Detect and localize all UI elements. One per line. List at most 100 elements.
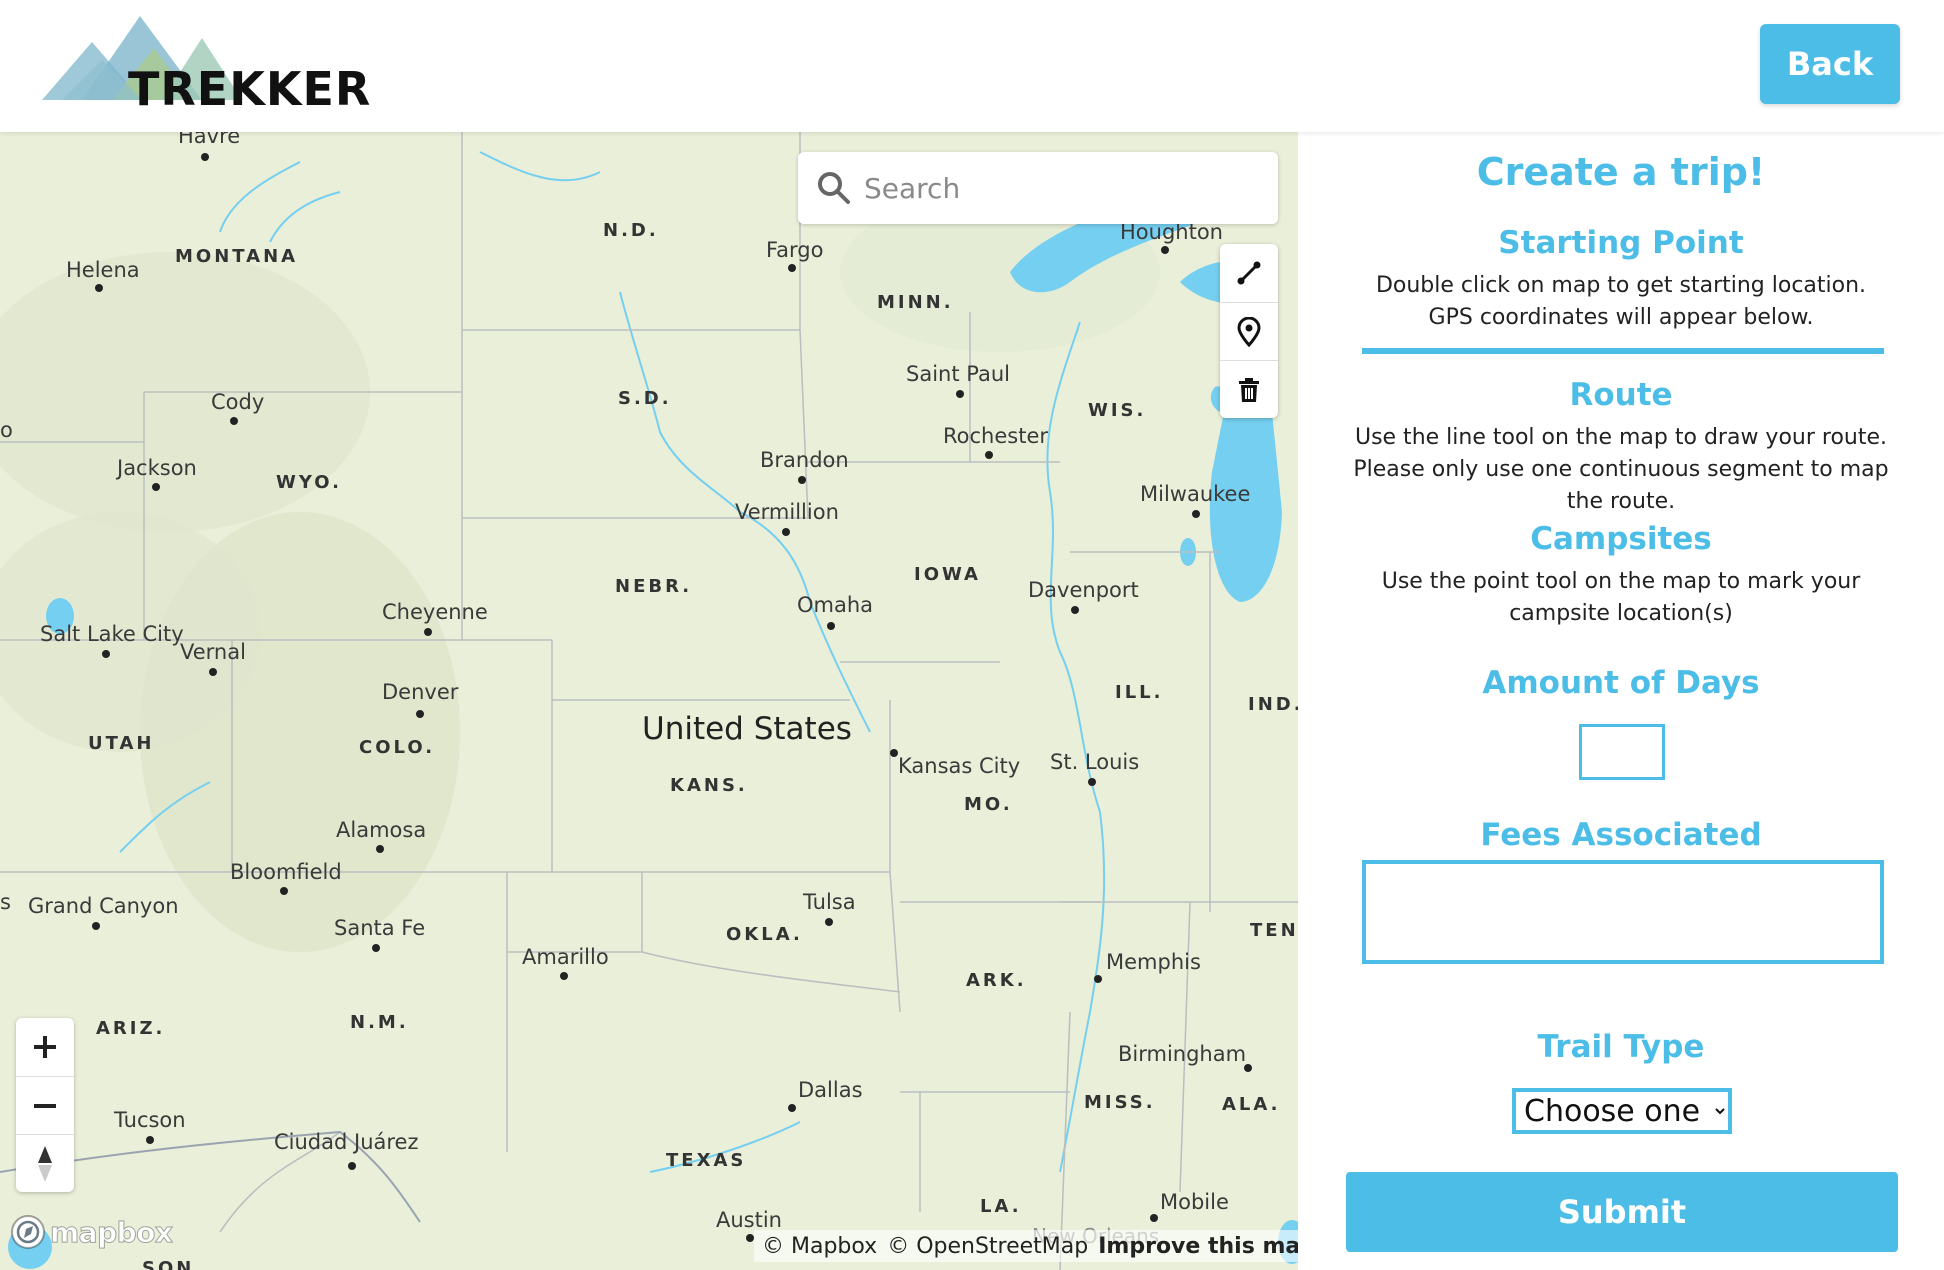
city-dot [146,1136,154,1144]
city-dot [1192,510,1200,518]
city-dot [1150,1214,1158,1222]
search-input[interactable] [864,164,1264,212]
city-label-cody: Cody [211,390,265,414]
improve-map-link[interactable]: Improve this map [1098,1234,1298,1259]
route-text-2: Please only use one continuous segment t… [1353,457,1889,482]
compass-button[interactable] [16,1134,74,1192]
city-dot [560,972,568,980]
point-tool-button[interactable] [1220,302,1278,360]
city-dot [95,284,103,292]
mapbox-logo-icon [11,1215,45,1249]
fees-input[interactable] [1362,860,1884,964]
state-label-okla: OKLA. [726,924,803,945]
city-dot [102,650,110,658]
draw-toolbar [1220,244,1278,418]
zoom-out-button[interactable] [16,1076,74,1134]
attribution-mapbox-link[interactable]: © Mapbox [762,1234,877,1259]
mapbox-logo[interactable]: mapbox [10,1212,173,1252]
city-label-birmingham: Birmingham [1118,1042,1247,1066]
line-tool-button[interactable] [1220,244,1278,302]
city-dot [372,944,380,952]
city-dot [1071,606,1079,614]
trekker-logo[interactable]: TREKKER [42,14,370,114]
city-dot [92,922,100,930]
starting-point-text-2: GPS coordinates will appear below. [1428,305,1814,330]
edge-fragment-label: s [0,890,11,914]
logo-wordmark: TREKKER [128,62,372,116]
city-label-santa-fe: Santa Fe [334,916,426,940]
map-search-box[interactable] [798,152,1278,224]
city-label-havre: Havre [178,132,241,148]
state-label-texas: TEXAS [666,1150,747,1171]
mapbox-wordmark: mapbox [49,1215,173,1249]
city-label-denver: Denver [382,680,459,704]
submit-button[interactable]: Submit [1346,1172,1898,1252]
state-label-colo: COLO. [359,737,436,758]
city-dot [782,528,790,536]
create-trip-panel: Create a trip! Starting Point Double cli… [1298,132,1944,1270]
campsites-text-2: campsite location(s) [1509,601,1733,626]
city-label-rochester: Rochester [943,424,1048,448]
state-label-ind: IND. [1248,694,1298,715]
trail-type-select[interactable]: Choose one [1512,1088,1732,1134]
zoom-in-button[interactable] [16,1018,74,1076]
starting-point-heading: Starting Point [1498,225,1744,261]
map-attribution: © Mapbox © OpenStreetMap Improve this ma… [754,1230,1298,1262]
state-label-nebr: NEBR. [615,576,693,597]
state-label-utah: UTAH [88,733,155,754]
city-label-salt-lake-city: Salt Lake City [40,622,184,646]
compass-icon [38,1145,52,1182]
city-dot [788,1104,796,1112]
city-dot [827,622,835,630]
state-label-wis: WIS. [1088,400,1147,421]
line-tool-icon [1237,261,1261,285]
city-dot [1088,778,1096,786]
fees-heading: Fees Associated [1480,817,1762,853]
state-label-nd: N.D. [603,220,659,241]
delete-tool-button[interactable] [1220,360,1278,418]
city-label-omaha: Omaha [797,593,874,617]
route-text-3: the route. [1566,489,1676,514]
days-input[interactable] [1579,724,1665,780]
state-label-kans: KANS. [670,775,748,796]
city-label-saint-paul: Saint Paul [906,362,1010,386]
city-dot [280,887,288,895]
trash-icon [1239,377,1259,402]
city-label-amarillo: Amarillo [522,945,609,969]
city-label-brandon: Brandon [760,448,849,472]
city-label-memphis: Memphis [1106,950,1201,974]
city-label-helena: Helena [66,258,140,282]
search-icon [818,172,850,204]
state-label-mo: MO. [964,794,1013,815]
route-heading: Route [1569,377,1673,413]
map-canvas[interactable]: United States MONTANA N.D. S.D. MINN. WI… [0,132,1298,1270]
city-dot [424,628,432,636]
state-label-la: LA. [980,1196,1022,1217]
city-dot [1094,975,1102,983]
city-dot [1244,1064,1252,1072]
city-label-austin: Austin [716,1208,782,1232]
campsites-heading: Campsites [1530,521,1712,557]
state-label-montana: MONTANA [175,246,299,267]
state-label-wyo: WYO. [276,472,342,493]
city-dot [1161,246,1169,254]
trail-type-heading: Trail Type [1537,1029,1705,1065]
edge-fragment-label: o [0,418,13,442]
back-button[interactable]: Back [1760,24,1900,104]
city-label-tucson: Tucson [114,1108,186,1132]
city-dot [956,390,964,398]
city-label-tulsa: Tulsa [803,890,856,914]
city-dot [152,483,160,491]
city-dot [890,749,898,757]
city-label-vernal: Vernal [180,640,246,664]
plus-icon [34,1036,56,1058]
edge-fragment-label: SON [142,1258,195,1270]
state-label-ark: ARK. [966,970,1027,991]
city-label-milwaukee: Milwaukee [1140,482,1251,506]
city-label-kansas-city: Kansas City [898,754,1021,778]
city-label-cheyenne: Cheyenne [382,600,488,624]
app-header: TREKKER Back [0,0,1944,132]
attribution-osm-link[interactable]: © OpenStreetMap [887,1234,1088,1259]
minus-icon [34,1103,56,1108]
city-dot [209,668,217,676]
